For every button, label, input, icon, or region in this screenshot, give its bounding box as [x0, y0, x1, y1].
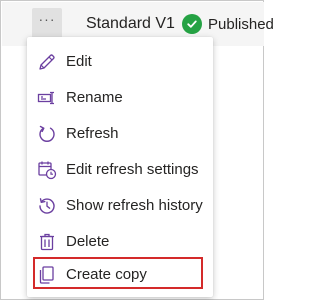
rename-icon — [37, 88, 57, 108]
calendar-clock-icon — [37, 160, 57, 180]
check-circle-icon — [182, 14, 202, 34]
menu-item-label: Edit refresh settings — [66, 161, 199, 178]
menu-item-edit[interactable]: Edit — [27, 44, 213, 80]
refresh-icon — [37, 124, 57, 144]
window-frame: ··· Standard V1 Published Edit Rename Re… — [0, 0, 274, 300]
menu-item-label: Edit — [66, 53, 92, 70]
menu-item-label: Refresh — [66, 125, 119, 142]
highlight-box — [33, 257, 203, 289]
menu-item-label: Delete — [66, 233, 110, 250]
menu-item-show-refresh-history[interactable]: Show refresh history — [27, 188, 213, 224]
status-label: Published — [208, 15, 274, 33]
more-options-button[interactable]: ··· — [32, 8, 62, 38]
status-badge: Published — [182, 14, 274, 34]
menu-item-delete[interactable]: Delete — [27, 224, 213, 260]
item-title: Standard V1 — [86, 15, 175, 32]
menu-item-rename[interactable]: Rename — [27, 80, 213, 116]
history-icon — [37, 196, 57, 216]
menu-item-refresh[interactable]: Refresh — [27, 116, 213, 152]
menu-item-label: Rename — [66, 89, 123, 106]
trash-icon — [37, 232, 57, 252]
context-menu: Edit Rename Refresh Edit refresh setting… — [27, 37, 213, 297]
menu-item-edit-refresh-settings[interactable]: Edit refresh settings — [27, 152, 213, 188]
menu-item-label: Show refresh history — [66, 197, 203, 214]
pencil-icon — [37, 52, 57, 72]
